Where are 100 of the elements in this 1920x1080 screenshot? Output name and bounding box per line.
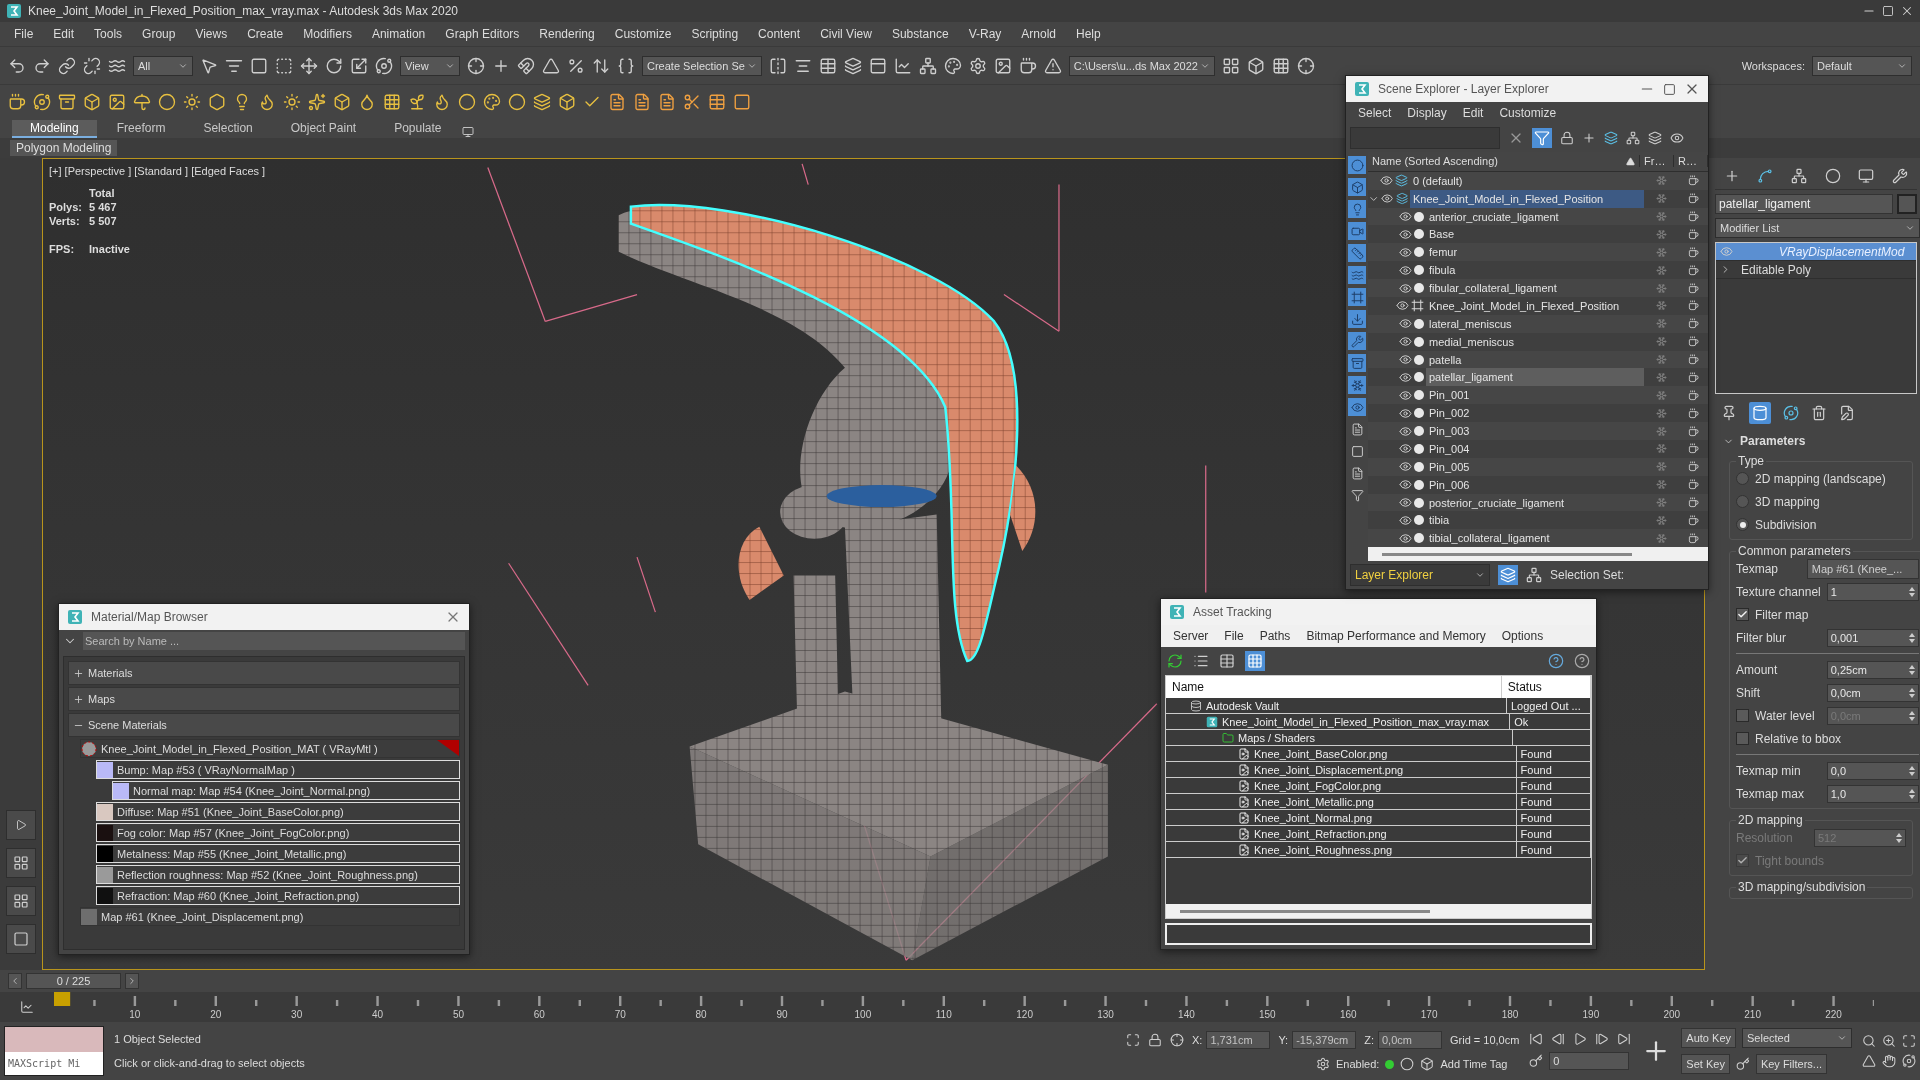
material-tree-item[interactable]: Map #61 (Knee_Joint_Displacement.png) xyxy=(80,907,460,926)
menu-item[interactable]: Paths xyxy=(1253,629,1297,643)
ribbon-tab[interactable]: Object Paint xyxy=(272,120,375,138)
parameter-label: Texmap min xyxy=(1736,763,1802,778)
ribbon-tab[interactable]: Modeling xyxy=(12,120,97,138)
ribbon-tab[interactable]: Freeform xyxy=(98,120,184,138)
spinner-field[interactable]: 0,001 xyxy=(1826,628,1919,647)
menu-item[interactable]: Group xyxy=(132,25,186,43)
spinner-field[interactable]: 1 xyxy=(1826,582,1919,601)
menu-item[interactable]: Modifiers xyxy=(293,25,362,43)
rollout-title[interactable]: Parameters xyxy=(1740,434,1806,448)
group-title: 2D mapping xyxy=(1737,813,1804,827)
menu-item[interactable]: Options xyxy=(1495,629,1550,643)
workspace-dropdown[interactable]: Default xyxy=(1812,55,1912,76)
radio-option[interactable]: 3D mapping xyxy=(1736,491,1906,512)
group-header[interactable]: Scene Materials xyxy=(68,713,460,737)
name-cell: Maps / Shaders xyxy=(1166,730,1514,745)
group-header[interactable]: Materials xyxy=(68,661,460,685)
texmap-button[interactable]: Map #61 (Knee_... xyxy=(1806,558,1919,579)
object-name-field[interactable]: patellar_ligament xyxy=(1715,194,1893,214)
material-tree-item[interactable]: Metalness: Map #55 (Knee_Joint_Metallic.png) xyxy=(96,844,460,863)
menu-item[interactable]: Arnold xyxy=(1011,25,1066,43)
material-tree-item[interactable]: Knee_Joint_Model_in_Flexed_Position_MAT ( VRayMtl ) xyxy=(80,739,460,758)
menu-item[interactable]: Content xyxy=(748,25,811,43)
material-tree-item[interactable]: Reflection roughness: Map #52 (Knee_Joint_Roughness.png) xyxy=(96,865,460,884)
key-filters-button[interactable]: Key Filters... xyxy=(1755,1054,1827,1074)
menu-item[interactable]: Civil View xyxy=(810,25,882,43)
material-tree-item[interactable]: Diffuse: Map #51 (Knee_Joint_BaseColor.png) xyxy=(96,802,460,821)
column-header[interactable]: Name xyxy=(1166,676,1502,698)
menu-item[interactable]: Edit xyxy=(1456,106,1490,120)
frame-field[interactable]: 0 xyxy=(1549,1052,1630,1070)
viewport-label[interactable]: [+] [Perspective ] [Standard ] [Edged Faces ] xyxy=(49,165,266,177)
column-header[interactable]: Fr… xyxy=(1640,155,1674,168)
maxscript-listener[interactable]: MAXScript Mi xyxy=(4,1026,104,1076)
name-cell: Knee_Joint_Model_in_Flexed_Position_max_vray.max xyxy=(1166,714,1511,729)
explorer-mode-dropdown[interactable]: Layer Explorer xyxy=(1350,564,1490,586)
group-header[interactable]: Maps xyxy=(68,687,460,711)
coordinate-field[interactable]: -15,379cm xyxy=(1292,1031,1357,1049)
key-mode-dropdown[interactable]: Selected xyxy=(1742,1028,1852,1048)
enabled-label: Enabled: xyxy=(1336,1058,1380,1070)
reference-coordinate-dropdown[interactable]: View xyxy=(400,55,460,76)
spinner-field[interactable]: 0,25cm xyxy=(1826,660,1919,679)
column-header[interactable]: Status xyxy=(1501,676,1591,698)
menu-item[interactable]: Substance xyxy=(881,25,959,43)
selection-filter-dropdown[interactable]: All xyxy=(133,55,193,76)
project-path-dropdown[interactable]: C:\Users\u...ds Max 2022 xyxy=(1068,55,1215,76)
window-title: Asset Tracking xyxy=(1193,605,1272,619)
spinner-field[interactable]: 1,0 xyxy=(1826,784,1919,803)
set-key-button[interactable]: Set Key xyxy=(1681,1054,1730,1074)
menu-item[interactable]: Customize xyxy=(604,25,682,43)
menu-item[interactable]: Help xyxy=(1066,25,1111,43)
material-tree-item[interactable]: Refraction: Map #60 (Knee_Joint_Refraction.png) xyxy=(96,886,460,905)
material-tree-item[interactable]: Fog color: Map #57 (Knee_Joint_FogColor.png) xyxy=(96,823,460,842)
status-cell: Found xyxy=(1516,746,1591,761)
name-cell: Knee_Joint_Displacement.png xyxy=(1166,762,1517,777)
menu-item[interactable]: Tools xyxy=(84,25,133,43)
menu-item[interactable]: Graph Editors xyxy=(435,25,530,43)
menu-item[interactable]: Display xyxy=(1401,106,1453,120)
modifier-list-dropdown[interactable]: Modifier List xyxy=(1715,218,1920,238)
material-tree-item[interactable]: Bump: Map #53 ( VRayNormalMap ) xyxy=(96,760,460,779)
add-time-tag-label[interactable]: Add Time Tag xyxy=(1440,1058,1508,1070)
menu-item[interactable]: Animation xyxy=(361,25,436,43)
menu-item[interactable]: Rendering xyxy=(529,25,605,43)
radio-option[interactable]: Subdivision xyxy=(1736,514,1906,535)
tree-item[interactable]: patellar_ligament xyxy=(1426,368,1644,387)
menu-item[interactable]: File xyxy=(4,25,44,43)
spinner-field[interactable]: 0,0cm xyxy=(1826,683,1919,702)
menu-item[interactable]: Customize xyxy=(1493,106,1563,120)
frame-number: 190 xyxy=(1582,1009,1600,1020)
material-tree-item[interactable]: Normal map: Map #54 (Knee_Joint_Normal.png) xyxy=(112,781,460,800)
column-header[interactable]: R… xyxy=(1674,155,1708,168)
frame-number: 180 xyxy=(1501,1009,1519,1020)
menu-item[interactable]: Create xyxy=(237,25,294,43)
menu-item[interactable]: Views xyxy=(185,25,238,43)
menu-item[interactable]: Bitmap Performance and Memory xyxy=(1300,629,1492,643)
coordinate-field[interactable]: 0,0cm xyxy=(1377,1031,1442,1049)
coordinate-field[interactable]: 1,731cm xyxy=(1206,1031,1271,1049)
auto-key-button[interactable]: Auto Key xyxy=(1681,1028,1736,1048)
menu-item[interactable]: Scripting xyxy=(681,25,749,43)
radio-option[interactable]: 2D mapping (landscape) xyxy=(1736,468,1906,489)
column-header[interactable]: Name (Sorted Ascending) xyxy=(1368,155,1640,168)
menu-item[interactable]: Edit xyxy=(43,25,85,43)
stack-item[interactable]: Editable Poly xyxy=(1716,261,1916,279)
frame-number: 20 xyxy=(210,1009,222,1020)
stat-label: Verts: xyxy=(49,215,81,227)
frame-number: 160 xyxy=(1339,1009,1357,1020)
spinner-field[interactable]: 0,0 xyxy=(1826,761,1919,780)
ribbon-tab[interactable]: Populate xyxy=(376,120,460,138)
search-field[interactable]: Search by Name ... xyxy=(83,632,465,650)
menu-item[interactable]: Server xyxy=(1167,629,1215,643)
menu-item[interactable]: Select xyxy=(1352,106,1398,120)
status-cell: Found xyxy=(1516,762,1591,777)
ribbon-panel-label[interactable]: Polygon Modeling xyxy=(10,140,118,156)
time-slider-thumb[interactable]: 0 / 225 xyxy=(26,973,121,989)
named-selection-dropdown[interactable]: Create Selection Se xyxy=(642,55,762,76)
menu-item[interactable]: File xyxy=(1218,629,1250,643)
menu-item[interactable]: V-Ray xyxy=(958,25,1012,43)
axis-label: Z: xyxy=(1364,1034,1374,1046)
frame-number: 90 xyxy=(776,1009,788,1020)
ribbon-tab[interactable]: Selection xyxy=(185,120,271,138)
